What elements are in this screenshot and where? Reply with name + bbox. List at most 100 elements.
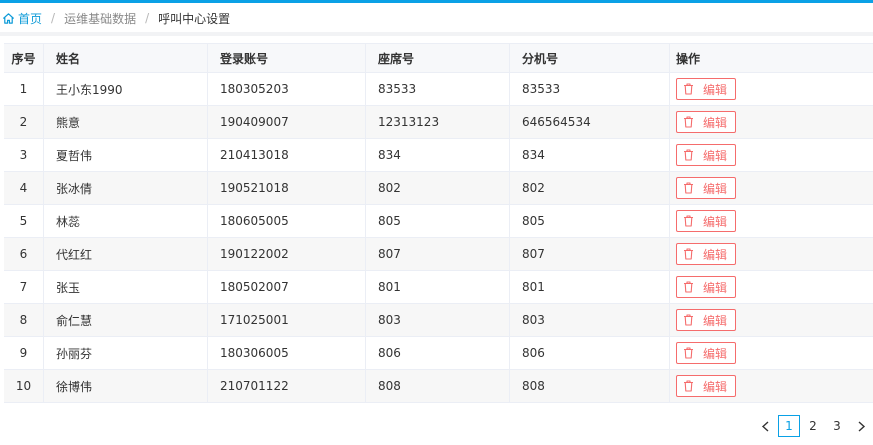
breadcrumb-home[interactable]: 首页	[2, 10, 42, 27]
cell-account: 210413018	[208, 139, 366, 171]
breadcrumb-separator: /	[145, 11, 150, 25]
cell-name: 王小东1990	[44, 73, 208, 105]
cell-extension: 646564534	[510, 106, 670, 138]
edit-button-label: 编辑	[703, 115, 728, 130]
cell-name: 徐博伟	[44, 370, 208, 402]
column-header-index: 序号	[4, 44, 44, 72]
page-number-3[interactable]: 3	[826, 415, 848, 437]
table-row: 9 孙丽芬 180306005 806 806 编辑	[4, 337, 873, 370]
cell-actions: 编辑	[670, 238, 873, 270]
cell-index: 1	[4, 73, 44, 105]
trash-icon	[684, 215, 693, 227]
cell-name: 林蕊	[44, 205, 208, 237]
cell-index: 4	[4, 172, 44, 204]
cell-seat: 807	[366, 238, 510, 270]
cell-seat: 12313123	[366, 106, 510, 138]
cell-extension: 807	[510, 238, 670, 270]
cell-account: 210701122	[208, 370, 366, 402]
cell-extension: 83533	[510, 73, 670, 105]
cell-index: 3	[4, 139, 44, 171]
cell-actions: 编辑	[670, 337, 873, 369]
cell-name: 张冰倩	[44, 172, 208, 204]
header-divider	[0, 32, 873, 36]
table-body: 1 王小东1990 180305203 83533 83533 编辑 2 熊意 19040900…	[4, 73, 873, 403]
edit-button[interactable]: 编辑	[676, 177, 737, 199]
cell-account: 180305203	[208, 73, 366, 105]
cell-account: 180605005	[208, 205, 366, 237]
top-accent-bar	[0, 0, 873, 3]
cell-actions: 编辑	[670, 172, 873, 204]
trash-icon	[684, 83, 693, 95]
edit-button[interactable]: 编辑	[676, 276, 737, 298]
edit-button-label: 编辑	[703, 82, 728, 97]
cell-name: 张玉	[44, 271, 208, 303]
cell-name: 代红红	[44, 238, 208, 270]
breadcrumb-separator: /	[51, 11, 56, 25]
next-page-button[interactable]	[849, 414, 873, 438]
chevron-right-icon	[858, 420, 865, 432]
trash-icon	[684, 182, 693, 194]
breadcrumb: 首页 / 运维基础数据 / 呼叫中心设置	[2, 9, 230, 27]
cell-extension: 803	[510, 304, 670, 336]
trash-icon	[684, 347, 693, 359]
pagination: 123	[753, 414, 873, 438]
prev-page-button[interactable]	[753, 414, 777, 438]
trash-icon	[684, 248, 693, 260]
table-row: 4 张冰倩 190521018 802 802 编辑	[4, 172, 873, 205]
cell-name: 孙丽芬	[44, 337, 208, 369]
breadcrumb-section[interactable]: 运维基础数据	[64, 10, 136, 27]
cell-account: 171025001	[208, 304, 366, 336]
edit-button[interactable]: 编辑	[676, 78, 737, 100]
cell-actions: 编辑	[670, 271, 873, 303]
cell-name: 熊意	[44, 106, 208, 138]
cell-seat: 802	[366, 172, 510, 204]
edit-button-label: 编辑	[703, 280, 728, 295]
cell-seat: 808	[366, 370, 510, 402]
edit-button[interactable]: 编辑	[676, 342, 737, 364]
page-number-1[interactable]: 1	[778, 415, 800, 437]
cell-actions: 编辑	[670, 106, 873, 138]
cell-actions: 编辑	[670, 73, 873, 105]
cell-extension: 802	[510, 172, 670, 204]
edit-button-label: 编辑	[703, 148, 728, 163]
table-row: 7 张玉 180502007 801 801 编辑	[4, 271, 873, 304]
cell-account: 190122002	[208, 238, 366, 270]
edit-button[interactable]: 编辑	[676, 309, 737, 331]
call-center-table: 序号 姓名 登录账号 座席号 分机号 操作 1 王小东1990 180305203 8…	[4, 43, 873, 403]
column-header-actions: 操作	[676, 51, 701, 66]
edit-button[interactable]: 编辑	[676, 111, 737, 133]
column-header-account: 登录账号	[208, 44, 366, 72]
cell-extension: 834	[510, 139, 670, 171]
table-row: 8 俞仁慧 171025001 803 803 编辑	[4, 304, 873, 337]
edit-button-label: 编辑	[703, 313, 728, 328]
cell-index: 9	[4, 337, 44, 369]
trash-icon	[684, 380, 693, 392]
edit-button[interactable]: 编辑	[676, 375, 737, 397]
home-icon	[2, 12, 15, 24]
cell-actions: 编辑	[670, 139, 873, 171]
cell-actions: 编辑	[670, 304, 873, 336]
table-row: 10 徐博伟 210701122 808 808 编辑	[4, 370, 873, 403]
edit-button[interactable]: 编辑	[676, 243, 737, 265]
cell-index: 6	[4, 238, 44, 270]
cell-seat: 834	[366, 139, 510, 171]
edit-button-label: 编辑	[703, 181, 728, 196]
cell-seat: 801	[366, 271, 510, 303]
edit-button[interactable]: 编辑	[676, 210, 737, 232]
column-header-name: 姓名	[44, 44, 208, 72]
breadcrumb-current: 呼叫中心设置	[158, 11, 231, 26]
breadcrumb-home-label: 首页	[18, 11, 43, 26]
cell-actions: 编辑	[670, 370, 873, 402]
page-number-list: 123	[777, 415, 849, 437]
cell-account: 180306005	[208, 337, 366, 369]
cell-account: 180502007	[208, 271, 366, 303]
cell-account: 190521018	[208, 172, 366, 204]
table-row: 5 林蕊 180605005 805 805 编辑	[4, 205, 873, 238]
cell-index: 10	[4, 370, 44, 402]
cell-extension: 806	[510, 337, 670, 369]
page-number-2[interactable]: 2	[802, 415, 824, 437]
trash-icon	[684, 314, 693, 326]
edit-button[interactable]: 编辑	[676, 144, 737, 166]
chevron-left-icon	[761, 420, 768, 432]
cell-index: 7	[4, 271, 44, 303]
